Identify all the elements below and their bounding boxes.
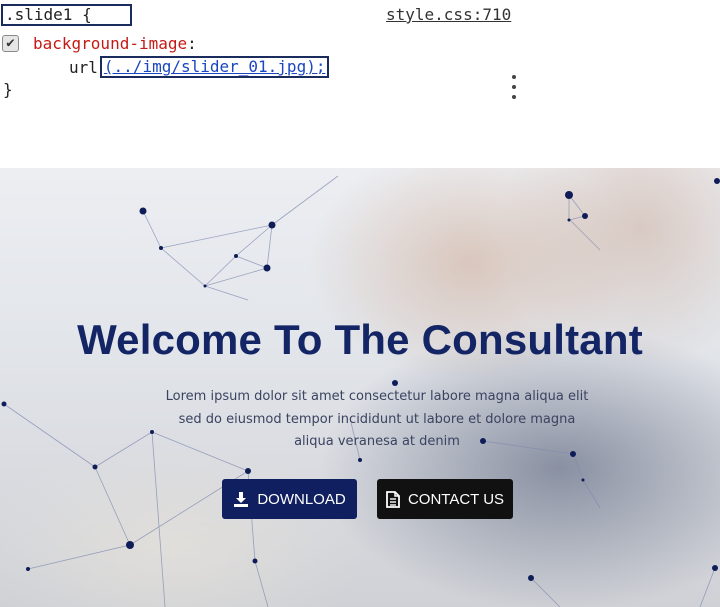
url-value-box[interactable]: (../img/slider_01.jpg); — [99, 56, 330, 78]
css-value-line: url (../img/slider_01.jpg); — [69, 56, 330, 78]
download-icon — [234, 491, 249, 507]
hero-description: Lorem ipsum dolor sit amet consectetur l… — [165, 389, 589, 449]
hero-slider: Welcome To The Consultant Lorem ipsum do… — [0, 168, 720, 607]
document-icon — [386, 490, 400, 508]
url-link[interactable]: (../img/slider_01.jpg); — [104, 57, 326, 76]
css-property-line: ✔ background-image : — [2, 32, 197, 54]
source-file-link[interactable]: style.css:710 — [386, 5, 511, 25]
value-function[interactable]: url — [69, 58, 98, 77]
property-name[interactable]: background-image — [33, 34, 187, 53]
download-button[interactable]: DOWNLOAD — [222, 479, 357, 519]
more-vertical-icon[interactable] — [510, 75, 518, 99]
css-selector[interactable]: .slide1 { — [1, 4, 132, 26]
property-colon: : — [187, 33, 197, 53]
contact-button-label: CONTACT US — [407, 490, 505, 508]
download-button-label: DOWNLOAD — [257, 490, 346, 508]
contact-us-button[interactable]: CONTACT US — [377, 479, 513, 519]
hero-title: Welcome To The Consultant — [77, 316, 643, 363]
property-toggle-checkbox[interactable]: ✔ — [2, 34, 19, 52]
css-rule-panel: .slide1 { style.css:710 ✔ background-ima… — [0, 0, 720, 168]
closing-brace: } — [3, 80, 13, 99]
